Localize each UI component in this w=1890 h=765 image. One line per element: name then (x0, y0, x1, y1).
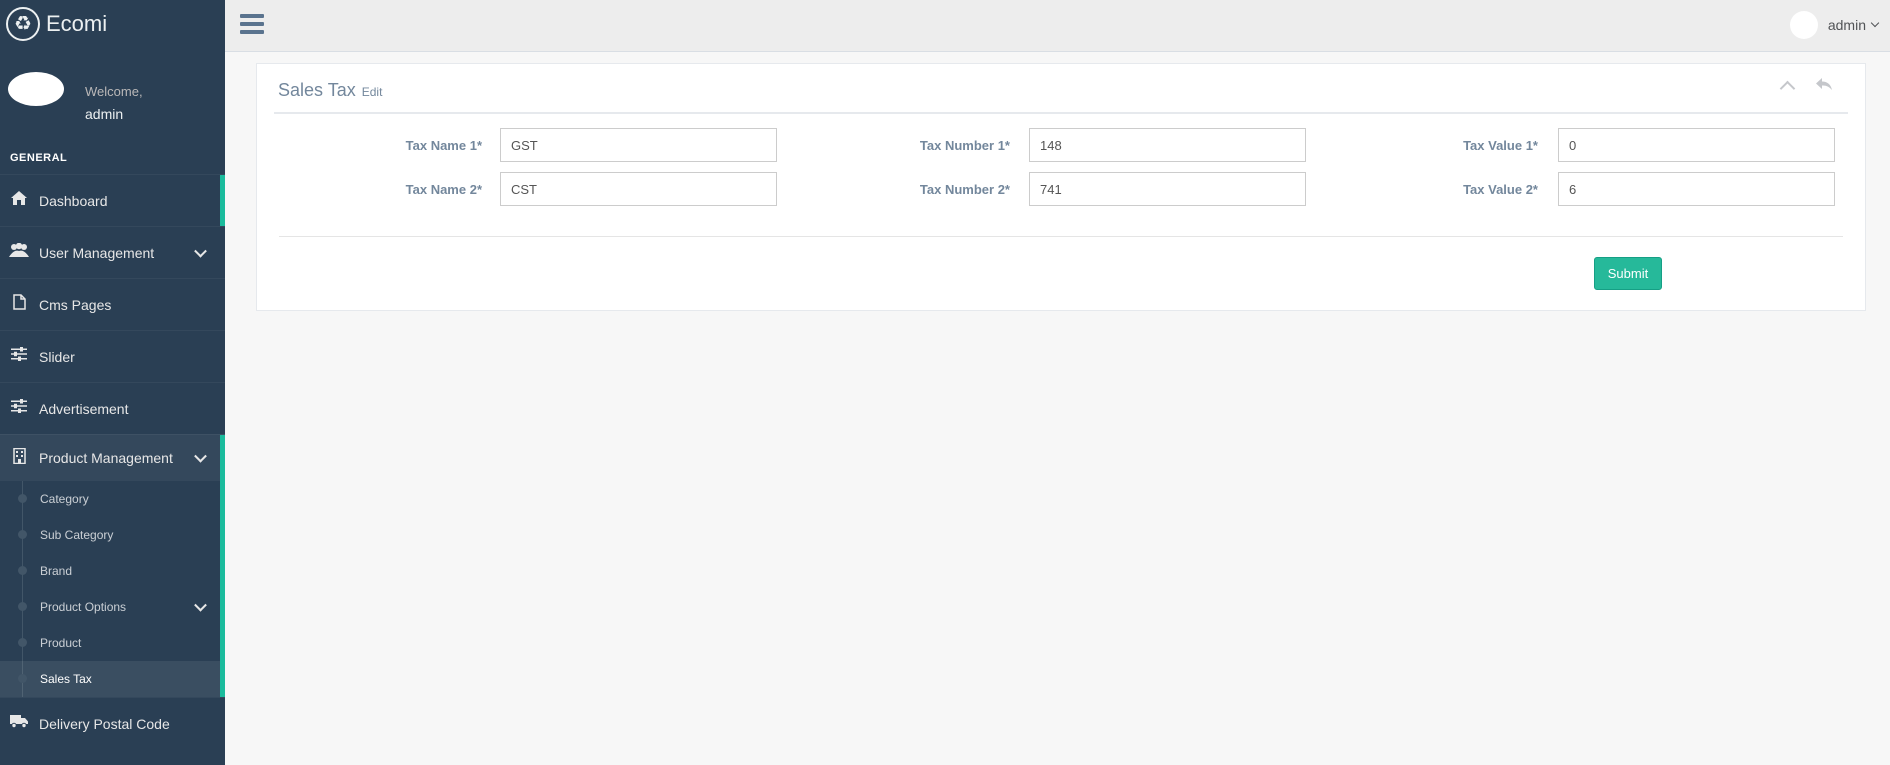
bullet-icon (18, 602, 27, 611)
profile-name: admin (85, 106, 124, 122)
panel-title-text: Sales Tax (278, 80, 356, 100)
bullet-icon (18, 530, 27, 539)
divider (274, 112, 1848, 114)
tax-number-1-input[interactable] (1029, 128, 1306, 162)
truck-icon (9, 714, 29, 733)
sub-item-product-options[interactable]: Product Options (0, 589, 225, 625)
sidebar-item-user-management[interactable]: User Management (0, 226, 225, 278)
sidebar-item-label: User Management (39, 244, 155, 261)
sub-item-label: Sub Category (40, 528, 114, 542)
bullet-icon (18, 494, 27, 503)
sub-item-label: Product (40, 636, 82, 650)
sub-item-label: Category (40, 492, 89, 506)
welcome-text: Welcome, (85, 84, 143, 99)
sub-item-product[interactable]: Product (0, 625, 225, 661)
file-icon (9, 294, 29, 315)
panel-title: Sales Tax Edit (278, 80, 382, 101)
tax-value-1-input[interactable] (1558, 128, 1835, 162)
bullet-icon (18, 566, 27, 575)
brand[interactable]: ♻ Ecomi (0, 0, 225, 48)
sub-item-brand[interactable]: Brand (0, 553, 225, 589)
sub-item-category[interactable]: Category (0, 481, 225, 517)
sidebar-item-dashboard[interactable]: Dashboard (0, 174, 225, 226)
tax-number-2-input[interactable] (1029, 172, 1306, 206)
users-icon (9, 242, 29, 262)
building-icon (9, 447, 29, 469)
home-icon (9, 191, 29, 210)
chevron-down-icon (194, 449, 207, 463)
tax-number-2-label: Tax Number 2* (919, 182, 1010, 197)
user-menu[interactable]: admin (1789, 10, 1880, 40)
sliders-icon (9, 399, 29, 418)
bullet-icon (18, 638, 27, 647)
brand-name: Ecomi (46, 11, 108, 36)
tax-name-2-input[interactable] (500, 172, 777, 206)
tax-name-2-label: Tax Name 2* (405, 182, 482, 197)
panel-subtitle: Edit (361, 85, 383, 99)
sub-item-label: Brand (40, 564, 73, 578)
sub-item-label: Sales Tax (40, 672, 92, 686)
sidebar-item-product-management[interactable]: Product Management (0, 434, 225, 481)
sidebar-item-label: Slider (39, 348, 75, 365)
sidebar-item-label: Advertisement (39, 400, 129, 417)
sidebar-item-label: Product Management (39, 450, 173, 466)
sidebar-item-slider[interactable]: Slider (0, 330, 225, 382)
avatar (8, 72, 64, 106)
sidebar-item-label: Cms Pages (39, 296, 112, 313)
chevron-up-icon[interactable] (1779, 80, 1796, 97)
sub-item-label: Product Options (40, 600, 127, 614)
sales-tax-panel: Sales TaxEdit Tax Name 1* Tax Number 1* … (256, 63, 1866, 311)
chevron-down-icon (194, 598, 207, 612)
product-submenu: Category Sub Category Brand Product Opti… (0, 481, 225, 697)
sidebar-item-advertisement[interactable]: Advertisement (0, 382, 225, 434)
sidebar: ♻ Ecomi Welcome, admin GENERAL Dashboard… (0, 0, 225, 765)
reply-icon[interactable] (1815, 77, 1833, 96)
sidebar-menu: Dashboard User Management Cms Pages Slid… (0, 174, 225, 749)
sliders-icon (9, 347, 29, 366)
chevron-down-icon (194, 244, 207, 258)
bullet-icon (18, 674, 27, 683)
section-title: GENERAL (10, 152, 68, 164)
sub-item-sub-category[interactable]: Sub Category (0, 517, 225, 553)
tax-value-1-label: Tax Value 1* (1463, 138, 1538, 153)
tax-value-2-input[interactable] (1558, 172, 1835, 206)
tax-value-2-label: Tax Value 2* (1463, 182, 1538, 197)
sidebar-item-label: Dashboard (39, 192, 108, 209)
chevron-down-icon (1870, 18, 1880, 28)
tax-number-1-label: Tax Number 1* (919, 138, 1010, 153)
recycle-icon: ♻ (6, 7, 40, 41)
top-nav: admin (225, 0, 1890, 52)
sidebar-item-cms-pages[interactable]: Cms Pages (0, 278, 225, 330)
user-avatar (1789, 11, 1818, 39)
tax-name-1-input[interactable] (500, 128, 777, 162)
sidebar-item-label: Delivery Postal Code (39, 715, 170, 732)
submit-button[interactable]: Submit (1594, 257, 1662, 290)
menu-toggle-icon[interactable] (240, 14, 264, 34)
sub-item-sales-tax[interactable]: Sales Tax (0, 661, 225, 697)
tax-name-1-label: Tax Name 1* (405, 138, 482, 153)
user-name: admin (1827, 17, 1866, 33)
divider (279, 236, 1843, 237)
sidebar-item-delivery-postal-code[interactable]: Delivery Postal Code (0, 697, 225, 749)
